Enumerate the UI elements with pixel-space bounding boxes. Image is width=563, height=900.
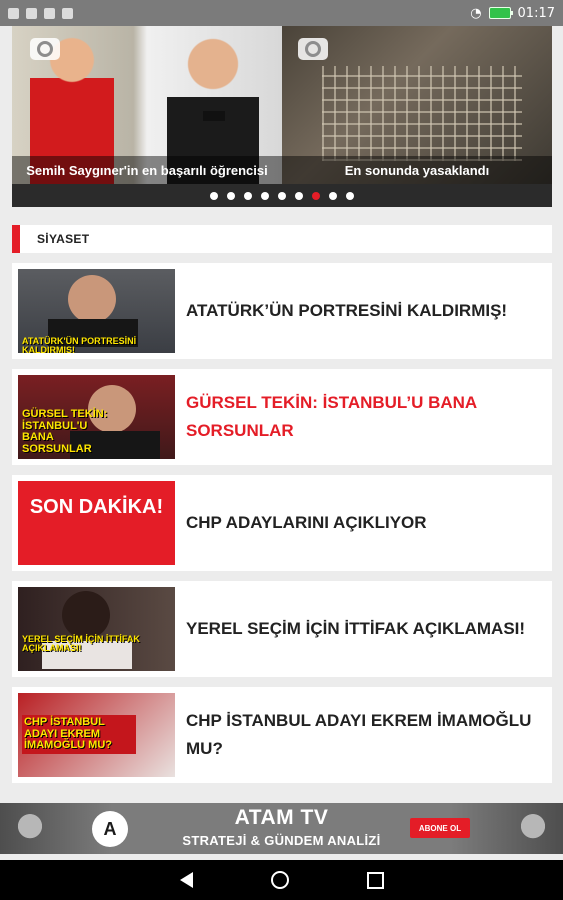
article-card[interactable]: SON DAKİKA! CHP ADAYLARINI AÇIKLIYOR xyxy=(12,475,552,571)
bowtie-shape xyxy=(203,111,225,121)
system-icons: ◔ 01:17 xyxy=(470,6,555,21)
article-title[interactable]: CHP ADAYLARINI AÇIKLIYOR xyxy=(186,475,536,571)
article-card[interactable]: YEREL SEÇİM İÇİN İTTİFAK AÇIKLAMASI! YER… xyxy=(12,581,552,677)
article-title[interactable]: GÜRSEL TEKİN: İSTANBUL’U BANA SORSUNLAR xyxy=(186,369,536,465)
ad-title: ATAM TV xyxy=(234,806,329,829)
ad-portrait-image xyxy=(0,805,60,852)
carousel-dot[interactable] xyxy=(278,192,286,200)
home-icon[interactable] xyxy=(270,871,289,889)
article-title[interactable]: YEREL SEÇİM İÇİN İTTİFAK AÇIKLAMASI! xyxy=(186,581,536,677)
article-card[interactable]: ATATÜRK'ÜN PORTRESİNİ KALDIRMIŞ! ATATÜRK… xyxy=(12,263,552,359)
play-store-icon xyxy=(62,7,73,19)
thumbnail-text: CHP İSTANBUL ADAYI EKREM İMAMOĞLU MU? xyxy=(22,715,136,754)
article-title[interactable]: CHP İSTANBUL ADAYI EKREM İMAMOĞLU MU? xyxy=(186,687,536,783)
wifi-icon: ◔ xyxy=(470,5,482,21)
article-thumbnail: GÜRSEL TEKİN: İSTANBUL'U BANA SORSUNLAR xyxy=(18,375,175,459)
carousel-slide[interactable]: Semih Saygıner'in en başarılı öğrencisi xyxy=(12,26,282,184)
carousel-dot[interactable] xyxy=(346,192,354,200)
slide-caption: En sonunda yasaklandı xyxy=(344,163,490,178)
article-title[interactable]: ATATÜRK’ÜN PORTRESİNİ KALDIRMIŞ! xyxy=(186,263,536,359)
ad-banner[interactable]: A ATAM TV STRATEJİ & GÜNDEM ANALİZİ xyxy=(0,803,563,854)
thumbnail-text: SON DAKİKA! xyxy=(29,496,164,518)
facebook-icon xyxy=(8,7,19,19)
article-thumbnail: YEREL SEÇİM İÇİN İTTİFAK AÇIKLAMASI! xyxy=(18,587,175,671)
notification-icons xyxy=(8,7,73,19)
missed-call-icon xyxy=(26,7,37,19)
carousel-dot[interactable] xyxy=(244,192,252,200)
subscribe-button[interactable]: ABONE OL xyxy=(410,818,470,838)
carousel-pagination xyxy=(12,192,552,200)
article-thumbnail: SON DAKİKA! xyxy=(18,481,175,565)
carousel-dot[interactable] xyxy=(329,192,337,200)
headline-carousel[interactable]: Semih Saygıner'in en başarılı öğrencisi … xyxy=(12,26,552,207)
slide-caption: Semih Saygıner'in en başarılı öğrencisi xyxy=(26,163,268,178)
person-head xyxy=(68,275,116,323)
camera-icon xyxy=(298,38,328,60)
thumbnail-text: GÜRSEL TEKİN: İSTANBUL'U BANA SORSUNLAR xyxy=(22,408,108,455)
section-title: SİYASET xyxy=(37,232,90,246)
recent-apps-icon[interactable] xyxy=(366,871,384,889)
battery-icon xyxy=(488,7,513,19)
person-head xyxy=(62,591,110,639)
ad-subtitle: STRATEJİ & GÜNDEM ANALİZİ xyxy=(182,833,381,848)
carousel-dot[interactable] xyxy=(295,192,303,200)
cages-image xyxy=(322,66,522,161)
ad-portrait-image xyxy=(503,805,563,852)
thumbnail-text: ATATÜRK'ÜN PORTRESİNİ KALDIRMIŞ! xyxy=(22,336,137,353)
article-card[interactable]: GÜRSEL TEKİN: İSTANBUL'U BANA SORSUNLAR … xyxy=(12,369,552,465)
article-thumbnail: ATATÜRK'ÜN PORTRESİNİ KALDIRMIŞ! xyxy=(18,269,175,353)
section-accent-bar xyxy=(12,225,20,253)
carousel-slide[interactable]: En sonunda yasaklandı xyxy=(282,26,552,184)
music-icon xyxy=(44,7,55,19)
back-icon[interactable] xyxy=(179,872,193,888)
article-thumbnail: CHP İSTANBUL ADAYI EKREM İMAMOĞLU MU? xyxy=(18,693,175,777)
status-bar: ◔ 01:17 xyxy=(0,0,563,26)
carousel-dot[interactable] xyxy=(227,192,235,200)
status-time: 01:17 xyxy=(517,5,555,21)
camera-icon xyxy=(30,38,60,60)
navigation-bar xyxy=(0,860,563,900)
article-card[interactable]: CHP İSTANBUL ADAYI EKREM İMAMOĞLU MU? CH… xyxy=(12,687,552,783)
carousel-dot[interactable] xyxy=(261,192,269,200)
section-header: SİYASET xyxy=(12,225,552,253)
carousel-dot[interactable] xyxy=(210,192,218,200)
thumbnail-text: YEREL SEÇİM İÇİN İTTİFAK AÇIKLAMASI! xyxy=(22,634,140,654)
carousel-dot[interactable] xyxy=(312,192,320,200)
